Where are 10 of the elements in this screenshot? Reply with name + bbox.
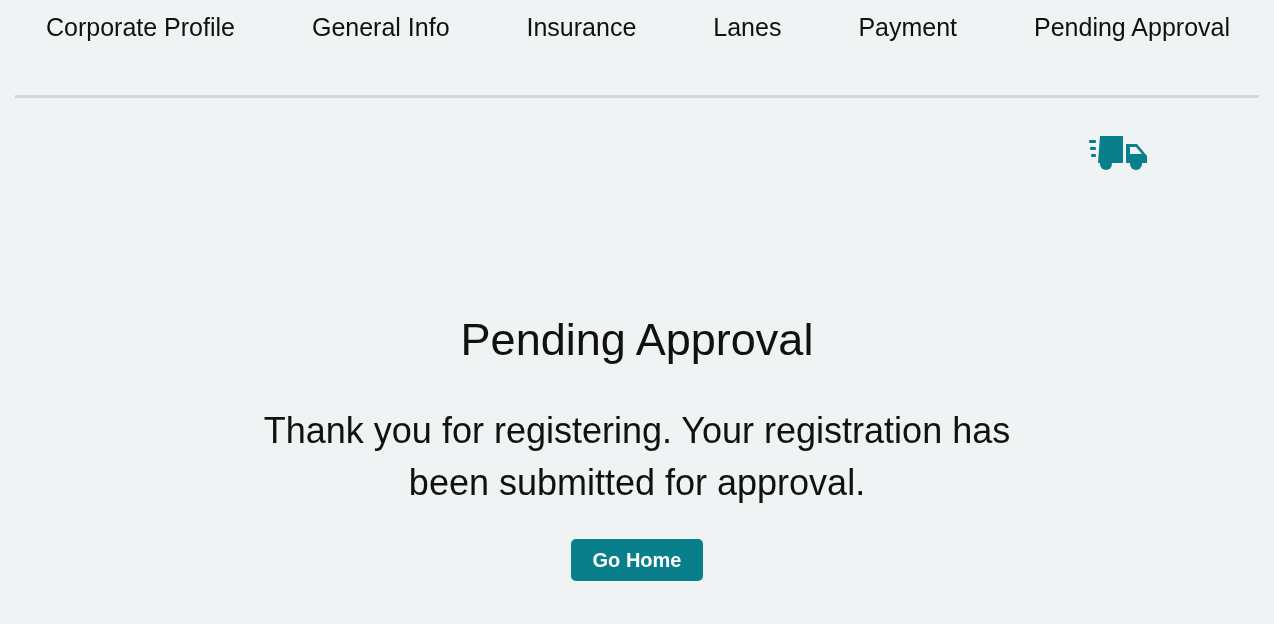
go-home-button[interactable]: Go Home xyxy=(571,539,703,581)
truck-icon xyxy=(1089,136,1149,170)
nav-tab[interactable]: Pending Approval xyxy=(1034,10,1230,44)
confirmation-message: Thank you for registering. Your registration has been submitted for approval. xyxy=(262,409,1012,505)
nav-tab[interactable]: General Info xyxy=(311,10,450,44)
page-title: Pending Approval xyxy=(460,313,814,367)
nav-tab[interactable]: Corporate Profile xyxy=(46,10,235,44)
nav-tab[interactable]: Payment xyxy=(858,10,958,44)
nav-tab[interactable]: Lanes xyxy=(713,10,782,44)
nav-tab[interactable]: Insurance xyxy=(526,10,637,44)
